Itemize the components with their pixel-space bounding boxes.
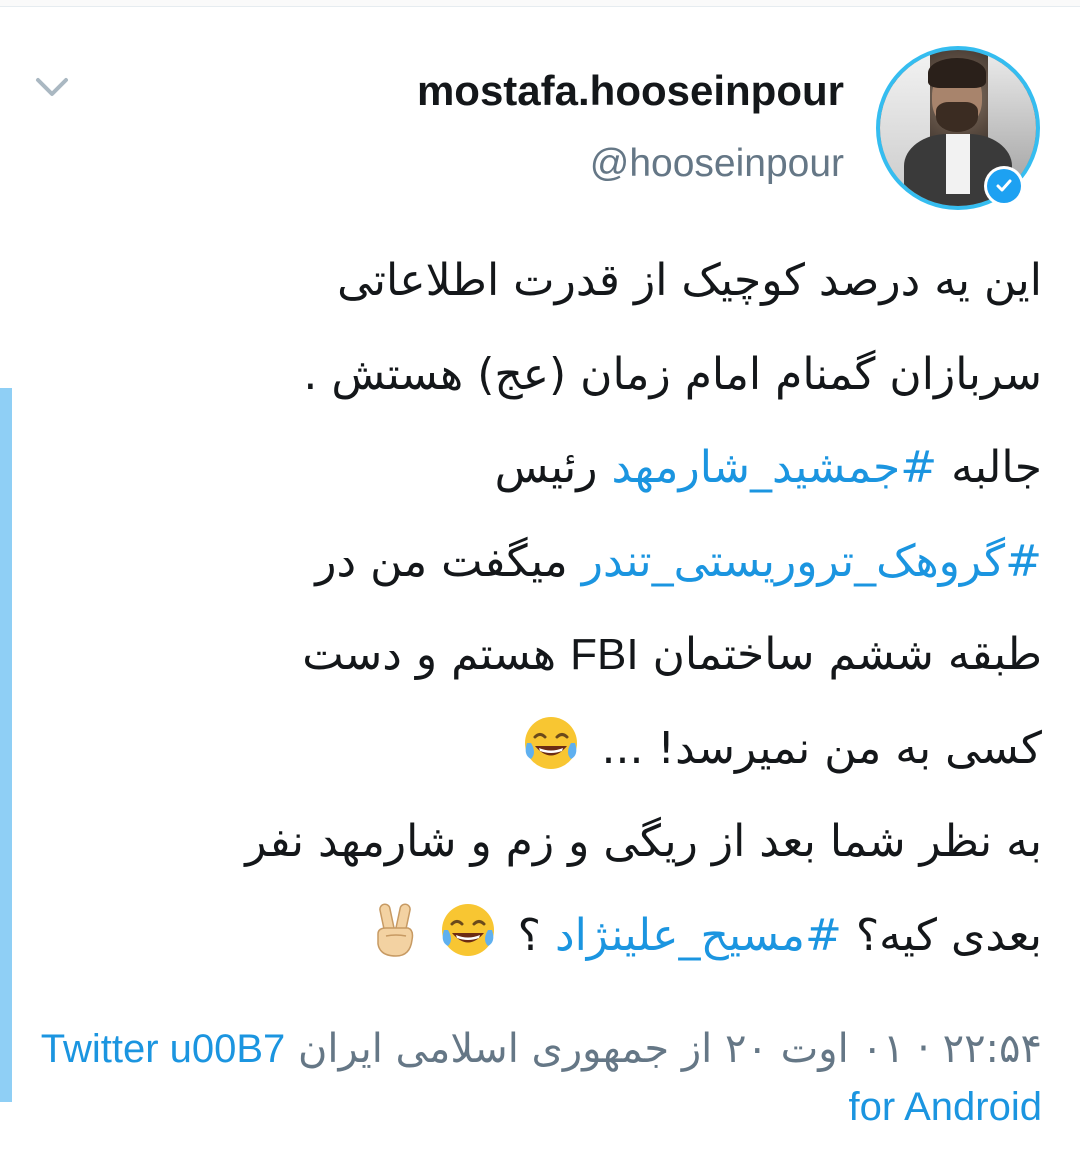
user-handle[interactable]: @hooseinpour: [417, 138, 844, 190]
tweet-line-4: #گروهک_تروریستی_تندر میگفت من در: [32, 515, 1042, 609]
tweet-line-6: کسی به من نمیرسد! ...: [32, 702, 1042, 796]
tweet-text: این یه درصد کوچیک از قدرت اطلاعاتی سرباز…: [32, 234, 1042, 982]
tweet-footer: Twitter u00B7 ۲۲:۵۴ · ۰۱ اوت ۲۰ از جمهور…: [32, 1020, 1042, 1136]
top-divider: [0, 0, 1080, 7]
text-segment: بعدی کیه؟: [855, 909, 1042, 961]
text-segment-latin: FBI: [570, 630, 639, 679]
text-segment: میگفت من در: [315, 535, 568, 587]
text-segment: کسی به من نمیرسد! ...: [601, 722, 1042, 774]
verified-badge-icon: [984, 166, 1024, 206]
hashtag-link[interactable]: #مسیح_علینژاد: [555, 910, 842, 961]
tweet-line-2: سربازان گمنام امام زمان (عج) هستش .: [303, 348, 1042, 400]
text-segment: ؟: [517, 909, 541, 961]
source-link-continued[interactable]: for Android: [32, 1078, 1042, 1136]
text-segment: هستم و دست: [302, 629, 557, 680]
chevron-down-icon[interactable]: [32, 72, 72, 102]
victory-hand-icon: [376, 902, 413, 957]
tweet-line-7: به نظر شما بعد از ریگی و زم و شارمهد نفر: [245, 816, 1042, 867]
tweet-line-1: این یه درصد کوچیک از قدرت اطلاعاتی: [337, 255, 1042, 306]
text-segment: طبقه ششم ساختمان: [652, 629, 1042, 680]
timestamp[interactable]: ۲۲:۵۴ · ۰۱ اوت ۲۰ از جمهوری اسلامی ایران: [298, 1026, 1042, 1072]
text-segment: جالبه: [951, 442, 1042, 493]
tweet-line-5: طبقه ششم ساختمان FBI هستم و دست: [32, 608, 1042, 702]
footer-line-1: Twitter u00B7 ۲۲:۵۴ · ۰۱ اوت ۲۰ از جمهور…: [32, 1020, 1042, 1078]
tweet-line-8: بعدی کیه؟ #مسیح_علینژاد ؟: [32, 889, 1042, 983]
tweet-line-3: جالبه #جمشید_شارمهد رئیس: [32, 421, 1042, 515]
text-segment: رئیس: [494, 442, 598, 493]
tweet-header: mostafa.hooseinpour @hooseinpour: [0, 46, 1080, 216]
hashtag-link[interactable]: #جمشید_شارمهد: [612, 442, 938, 493]
face-with-tears-of-joy-icon: [441, 903, 494, 956]
display-name[interactable]: mostafa.hooseinpour: [417, 66, 844, 116]
hashtag-link[interactable]: #گروهک_تروریستی_تندر: [582, 536, 1042, 587]
user-names[interactable]: mostafa.hooseinpour @hooseinpour: [417, 66, 844, 190]
face-with-tears-of-joy-icon: [525, 716, 578, 769]
thread-line: [0, 388, 12, 1102]
source-link[interactable]: Twitter u00B7: [41, 1027, 286, 1071]
